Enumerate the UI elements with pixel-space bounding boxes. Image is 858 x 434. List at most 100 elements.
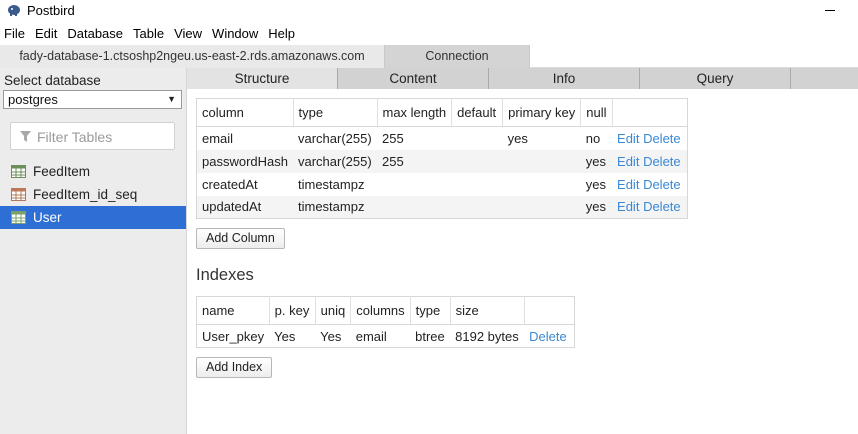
cell-null: no — [585, 130, 601, 146]
table-list: FeedItem FeedItem_id_seq User — [0, 160, 186, 229]
table-item-label: User — [33, 210, 62, 225]
column-header: null — [580, 98, 613, 127]
table-item-feeditem-id-seq[interactable]: FeedItem_id_seq — [0, 183, 186, 206]
database-select-value: postgres — [8, 92, 58, 107]
index-header-actions — [524, 296, 575, 325]
cell-column: email — [202, 130, 234, 146]
index-header: columns — [350, 296, 411, 325]
cell-p-key: Yes — [274, 328, 296, 344]
column-header: column — [196, 98, 294, 127]
column-header: max length — [377, 98, 453, 127]
index-header: size — [450, 296, 525, 325]
edit-link[interactable]: Edit — [617, 177, 639, 192]
tab-query[interactable]: Query — [640, 68, 791, 89]
column-header: type — [293, 98, 378, 127]
cell-primary-key — [503, 173, 581, 196]
title-bar: Postbird — [0, 0, 858, 22]
cell-columns: email — [355, 328, 387, 344]
cell-type: timestampz — [298, 176, 365, 192]
menu-window[interactable]: Window — [208, 24, 264, 45]
menu-file[interactable]: File — [0, 24, 31, 45]
cell-primary-key: yes — [507, 130, 528, 146]
column-header: default — [451, 98, 504, 127]
column-header-actions — [612, 98, 688, 127]
cell-index-type: btree — [415, 328, 445, 344]
sidebar: Select database postgres ▼ Filter Tables… — [0, 68, 187, 434]
cell-max-length: 255 — [377, 149, 452, 173]
delete-link[interactable]: Delete — [643, 199, 681, 214]
cell-column: passwordHash — [196, 149, 293, 173]
cell-type: varchar(255) — [298, 130, 372, 146]
tab-content[interactable]: Content — [338, 68, 489, 89]
connection-tab-connection[interactable]: Connection — [385, 45, 530, 68]
cell-actions: Edit Delete — [612, 149, 688, 173]
minimize-button[interactable] — [820, 2, 840, 18]
cell-column: createdAt — [202, 176, 258, 192]
menu-help[interactable]: Help — [264, 24, 301, 45]
column-header: primary key — [502, 98, 582, 127]
cell-actions: Delete — [524, 325, 574, 348]
database-select[interactable]: postgres ▼ — [3, 90, 182, 109]
delete-link[interactable]: Delete — [643, 131, 681, 146]
delete-link[interactable]: Delete — [643, 154, 681, 169]
cell-primary-key — [502, 149, 581, 173]
window-title: Postbird — [27, 3, 75, 18]
cell-column: updatedAt — [196, 195, 293, 219]
table-row: updatedAt timestampz yes Edit Delete — [196, 195, 688, 219]
delete-index-link[interactable]: Delete — [529, 329, 567, 344]
connection-tab-host[interactable]: fady-database-1.ctsoshp2ngeu.us-east-2.r… — [0, 45, 385, 68]
elephant-app-icon — [8, 5, 20, 16]
menu-database[interactable]: Database — [63, 24, 129, 45]
table-icon — [11, 165, 26, 178]
indexes-table-header: name p. key uniq columns type size — [196, 296, 575, 325]
indexes-table: name p. key uniq columns type size User_… — [196, 296, 575, 348]
index-header: type — [410, 296, 451, 325]
cell-primary-key — [502, 195, 581, 219]
add-index-button[interactable]: Add Index — [196, 357, 273, 378]
edit-link[interactable]: Edit — [617, 154, 639, 169]
dropdown-arrow-icon: ▼ — [167, 94, 176, 104]
cell-null: yes — [580, 195, 613, 219]
content-tabs: Structure Content Info Query — [187, 68, 858, 89]
cell-type: timestampz — [293, 195, 377, 219]
index-header: p. key — [269, 296, 316, 325]
edit-link[interactable]: Edit — [617, 131, 639, 146]
cell-type: varchar(255) — [293, 149, 377, 173]
cell-uniq: Yes — [320, 328, 342, 344]
menu-bar: File Edit Database Table View Window Hel… — [0, 24, 858, 45]
delete-link[interactable]: Delete — [643, 177, 681, 192]
cell-size: 8192 bytes — [455, 328, 519, 344]
filter-placeholder: Filter Tables — [37, 129, 113, 145]
index-header: name — [196, 296, 270, 325]
table-row: User_pkey Yes Yes email btree 8192 bytes… — [197, 325, 575, 348]
columns-table-header: column type max length default primary k… — [196, 98, 688, 127]
menu-view[interactable]: View — [170, 24, 208, 45]
tab-info[interactable]: Info — [489, 68, 640, 89]
cell-actions: Edit Delete — [612, 127, 687, 150]
cell-default — [451, 195, 503, 219]
cell-actions: Edit Delete — [612, 173, 687, 196]
table-item-label: FeedItem_id_seq — [33, 187, 138, 202]
funnel-icon — [20, 131, 31, 142]
table-row: passwordHash varchar(255) 255 yes Edit D… — [196, 149, 688, 173]
filter-tables-input[interactable]: Filter Tables — [10, 122, 175, 150]
table-item-label: FeedItem — [33, 164, 91, 179]
menu-edit[interactable]: Edit — [31, 24, 63, 45]
tab-structure[interactable]: Structure — [187, 68, 338, 89]
structure-panel: column type max length default primary k… — [187, 89, 858, 434]
menu-table[interactable]: Table — [129, 24, 170, 45]
table-icon — [11, 211, 26, 224]
sequence-icon — [11, 188, 26, 201]
cell-null: yes — [580, 149, 613, 173]
edit-link[interactable]: Edit — [617, 199, 639, 214]
indexes-heading: Indexes — [196, 266, 254, 284]
table-row: email varchar(255) 255 yes no Edit Delet… — [197, 127, 688, 150]
cell-actions: Edit Delete — [612, 195, 688, 219]
table-row: createdAt timestampz yes Edit Delete — [197, 173, 688, 196]
add-column-button[interactable]: Add Column — [196, 228, 285, 249]
cell-default — [451, 149, 503, 173]
columns-table: column type max length default primary k… — [196, 98, 688, 219]
table-item-feeditem[interactable]: FeedItem — [0, 160, 186, 183]
cell-index-name: User_pkey — [202, 328, 265, 344]
table-item-user[interactable]: User — [0, 206, 186, 229]
